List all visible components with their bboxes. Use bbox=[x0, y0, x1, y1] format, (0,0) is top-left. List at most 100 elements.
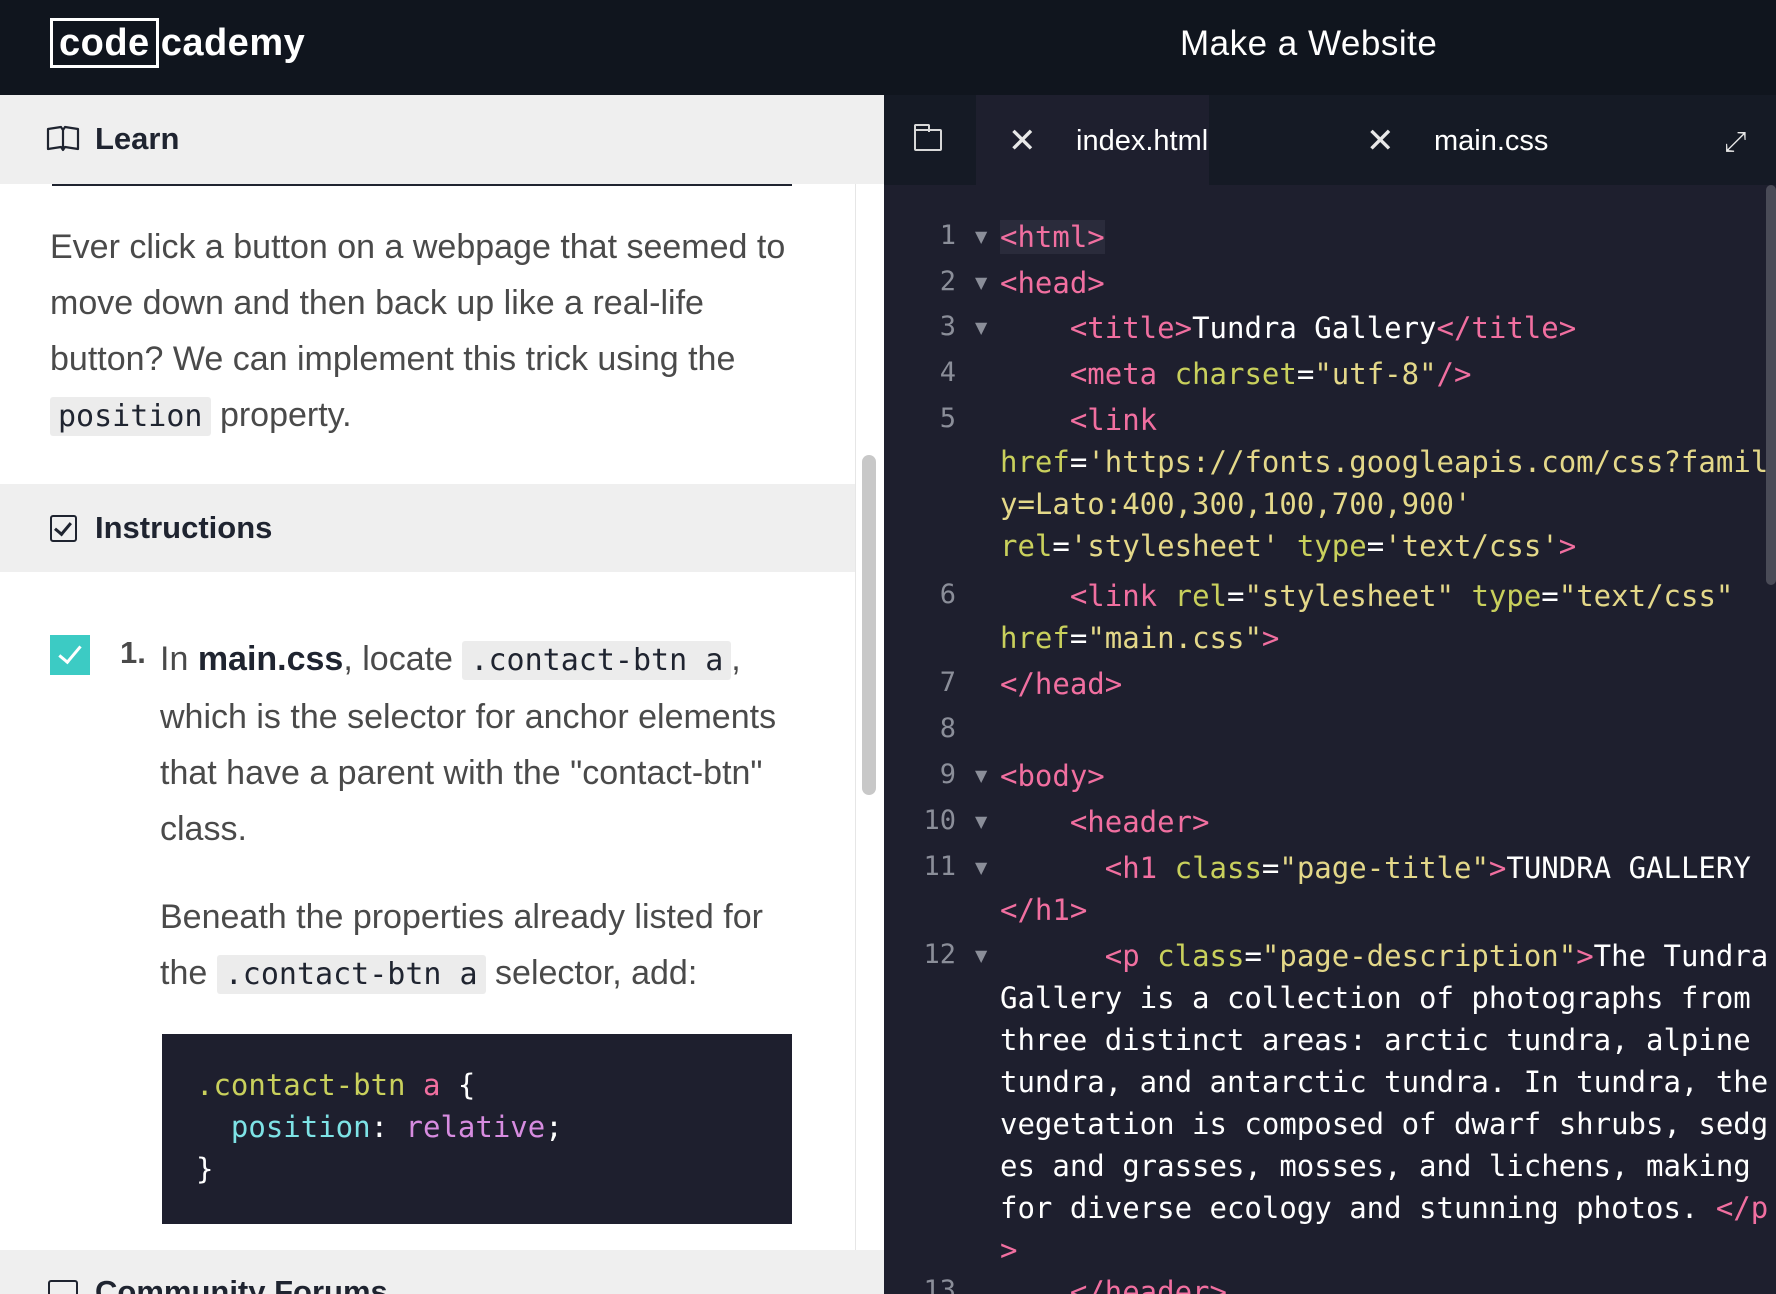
fold-arrow-icon[interactable]: ▼ bbox=[975, 766, 987, 785]
code-string: "page-description" bbox=[1261, 939, 1577, 973]
code-line-4: <meta charset="utf-8"/> bbox=[1000, 353, 1770, 395]
close-icon[interactable]: ✕ bbox=[1366, 121, 1395, 161]
code-line-11: <h1 class="page-title">TUNDRA GALLERY </h… bbox=[1000, 847, 1770, 931]
lesson-scrollbar-thumb[interactable] bbox=[862, 455, 876, 795]
tab-index-html[interactable]: ✕ index.html bbox=[976, 95, 1209, 185]
code-value: relative bbox=[405, 1110, 546, 1144]
code-attr: charset bbox=[1157, 357, 1297, 391]
lesson-text-2: property. bbox=[210, 396, 352, 434]
code-semicolon: ; bbox=[545, 1110, 563, 1144]
code-text: The Tundra Gallery is a collection of ph… bbox=[1000, 939, 1769, 1225]
line-number: 6 bbox=[939, 579, 956, 610]
task2-text-2: selector, add: bbox=[485, 954, 698, 992]
lesson-paragraph: Ever click a button on a webpage that se… bbox=[50, 219, 790, 445]
code-tag: > bbox=[1488, 851, 1507, 885]
code-eq: = bbox=[1227, 579, 1245, 613]
code-string: "page-title" bbox=[1279, 851, 1489, 885]
lesson-text-1: Ever click a button on a webpage that se… bbox=[50, 228, 786, 378]
task-checkbox-checked[interactable] bbox=[50, 635, 90, 675]
code-tag: <h1 bbox=[1104, 851, 1158, 885]
code-line-5: <link href='https://fonts.googleapis.com… bbox=[1000, 399, 1770, 567]
fold-arrow-icon[interactable]: ▼ bbox=[975, 227, 987, 246]
code-close-brace: } bbox=[196, 1152, 214, 1186]
line-number: 4 bbox=[939, 357, 956, 388]
tab-main-css[interactable]: ✕ main.css bbox=[1334, 95, 1564, 185]
code-attr: type bbox=[1453, 579, 1542, 613]
inline-code-selector: .contact-btn a bbox=[462, 641, 732, 680]
expand-icon[interactable]: ⤢ bbox=[1724, 125, 1746, 159]
fold-arrow-icon[interactable]: ▼ bbox=[975, 273, 987, 292]
line-number: 5 bbox=[939, 403, 956, 434]
code-tag: <title> bbox=[1069, 311, 1193, 345]
divider bbox=[52, 184, 792, 186]
task-text-1: In bbox=[160, 640, 198, 678]
code-line-10: <header> bbox=[1000, 801, 1770, 843]
code-line-1: <html> bbox=[1000, 216, 1770, 258]
code-colon: : bbox=[370, 1110, 406, 1144]
code-tag: > bbox=[1576, 939, 1594, 973]
folder-icon[interactable] bbox=[914, 124, 942, 151]
code-tag: </title> bbox=[1436, 311, 1577, 345]
code-string: 'stylesheet' bbox=[1069, 529, 1280, 563]
code-tag: </h1> bbox=[1000, 893, 1088, 927]
line-number: 13 bbox=[923, 1275, 956, 1294]
code-tag: <link bbox=[1069, 579, 1158, 613]
fold-arrow-icon[interactable]: ▼ bbox=[975, 858, 987, 877]
code-tag: <html> bbox=[1000, 220, 1105, 254]
code-eq: = bbox=[1069, 621, 1088, 655]
editor-scrollbar-thumb[interactable] bbox=[1766, 185, 1776, 585]
line-number: 7 bbox=[939, 667, 956, 698]
close-icon[interactable]: ✕ bbox=[1008, 121, 1037, 161]
codecademy-logo[interactable]: code cademy bbox=[50, 18, 305, 68]
code-attr: href bbox=[1000, 445, 1070, 479]
task-text-secondary: Beneath the properties already listed fo… bbox=[160, 889, 800, 1003]
instructions-header[interactable]: Instructions bbox=[0, 484, 855, 572]
code-tag: > bbox=[1558, 529, 1577, 563]
code-line-6: <link rel="stylesheet" type="text/css" h… bbox=[1000, 575, 1770, 659]
code-eq: = bbox=[1069, 445, 1088, 479]
code-tag: > bbox=[1261, 621, 1280, 655]
code-eq: = bbox=[1541, 579, 1559, 613]
code-open-brace: { bbox=[440, 1068, 476, 1102]
line-number: 12 bbox=[923, 939, 956, 970]
learn-section-header[interactable]: Learn bbox=[0, 95, 884, 184]
line-number: 10 bbox=[923, 805, 956, 836]
code-string: "stylesheet" bbox=[1244, 579, 1454, 613]
code-eq: = bbox=[1366, 529, 1385, 563]
line-number: 1 bbox=[939, 220, 956, 251]
checkbox-icon bbox=[50, 515, 77, 542]
code-editor[interactable]: 1 2 3 4 5 6 7 8 9 10 11 12 13 ▼ ▼ ▼ ▼ ▼ … bbox=[884, 185, 1776, 1294]
community-forums-header[interactable]: Community Forums bbox=[0, 1250, 884, 1294]
top-bar: code cademy Make a Website bbox=[0, 0, 1776, 95]
code-text: TUNDRA GALLERY bbox=[1506, 851, 1751, 885]
code-line-3: <title>Tundra Gallery</title> bbox=[1000, 307, 1770, 349]
code-eq: = bbox=[1244, 939, 1262, 973]
line-number: 8 bbox=[939, 713, 956, 744]
code-eq: = bbox=[1296, 357, 1315, 391]
line-number: 9 bbox=[939, 759, 956, 790]
code-attr: rel bbox=[1000, 529, 1053, 563]
fold-arrow-icon[interactable]: ▼ bbox=[975, 946, 987, 965]
community-forums-label: Community Forums bbox=[95, 1274, 388, 1294]
logo-box-text: code bbox=[50, 18, 159, 68]
code-tag: <header> bbox=[1069, 805, 1210, 839]
code-example-block: .contact-btn a { position: relative; } bbox=[162, 1034, 792, 1224]
line-number: 2 bbox=[939, 266, 956, 297]
code-string: "main.css" bbox=[1087, 621, 1262, 655]
tab-label: main.css bbox=[1434, 125, 1549, 157]
fold-arrow-icon[interactable]: ▼ bbox=[975, 812, 987, 831]
code-line-12: <p class="page-description">The Tundra G… bbox=[1000, 935, 1770, 1271]
inline-code-position: position bbox=[50, 397, 211, 436]
inline-code-selector-2: .contact-btn a bbox=[216, 955, 486, 994]
code-string: 'https://fonts.googleapis.com/css?family… bbox=[1000, 445, 1769, 521]
code-string: "utf-8" bbox=[1314, 357, 1437, 391]
code-tag: /> bbox=[1436, 357, 1472, 391]
code-tag: <link bbox=[1069, 403, 1158, 437]
code-element: a bbox=[422, 1068, 441, 1102]
code-eq: = bbox=[1261, 851, 1280, 885]
fold-arrow-icon[interactable]: ▼ bbox=[975, 318, 987, 337]
code-eq: = bbox=[1052, 529, 1070, 563]
code-line-2: <head> bbox=[1000, 262, 1770, 304]
code-line-7: </head> bbox=[1000, 663, 1770, 705]
code-property: position bbox=[230, 1110, 371, 1144]
